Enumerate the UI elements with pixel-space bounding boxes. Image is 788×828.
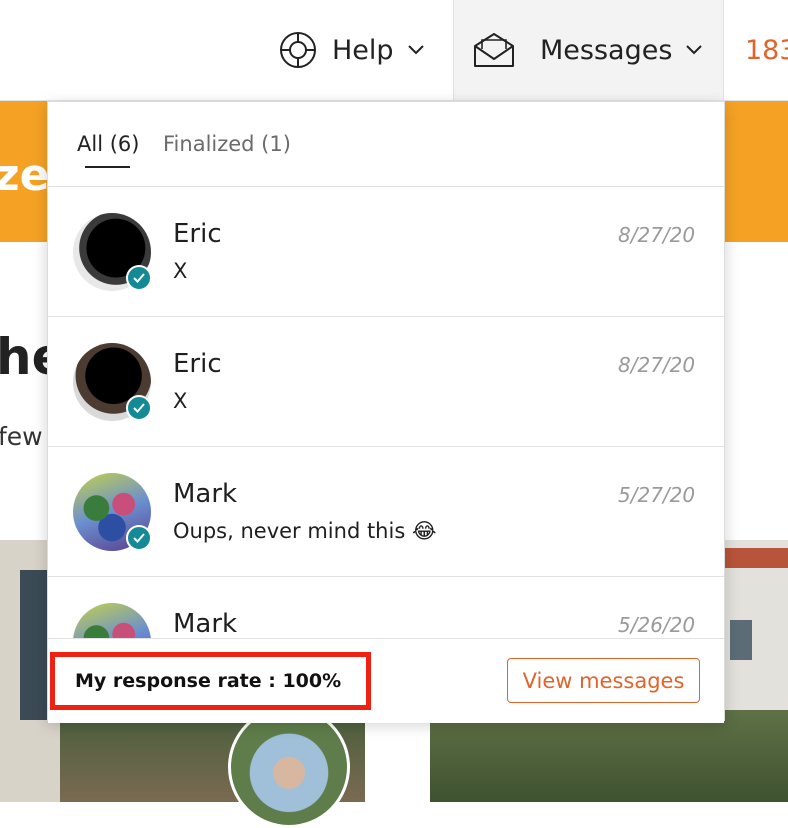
message-date: 5/27/20 — [618, 483, 696, 507]
message-preview: X — [173, 389, 188, 413]
tab-finalized[interactable]: Finalized (1) — [163, 132, 291, 156]
message-date: 5/26/20 — [618, 613, 696, 637]
check-icon — [126, 525, 152, 551]
host-avatar[interactable] — [228, 706, 350, 828]
photo-detail — [730, 620, 752, 660]
envelope-open-icon — [472, 31, 516, 69]
messages-menu[interactable]: Messages — [453, 0, 724, 100]
message-preview: Oups, never mind this 😂 — [173, 519, 437, 543]
sender-name: Eric — [173, 349, 222, 379]
message-list[interactable]: Eric X 8/27/20 Eric X 8/27/20 Mark Oups,… — [48, 187, 724, 638]
message-item[interactable]: Eric X 8/27/20 — [48, 317, 724, 447]
message-item[interactable]: Mark Oups, never mind this 😂 5/27/20 — [48, 447, 724, 577]
messages-dropdown: All (6) Finalized (1) Eric X 8/27/20 Eri… — [47, 101, 725, 723]
response-rate-highlight: My response rate : 100% — [50, 652, 371, 710]
message-date: 8/27/20 — [618, 353, 696, 377]
page-subtext: few — [0, 422, 43, 451]
photo-detail — [720, 548, 788, 568]
chevron-down-icon — [686, 45, 703, 55]
nav-count-link[interactable]: 183 — [745, 0, 788, 100]
check-icon — [126, 265, 152, 291]
message-tabs: All (6) Finalized (1) — [48, 102, 724, 187]
messages-label: Messages — [540, 34, 673, 66]
check-icon — [126, 395, 152, 421]
view-messages-button[interactable]: View messages — [507, 658, 700, 703]
sender-name: Mark — [173, 479, 238, 509]
response-rate: My response rate : 100% — [75, 670, 342, 692]
message-item[interactable]: Eric X 8/27/20 — [48, 187, 724, 317]
message-item[interactable]: Mark 5/26/20 — [48, 577, 724, 638]
sender-name: Mark — [173, 609, 238, 638]
active-tab-indicator — [85, 166, 130, 168]
dropdown-footer: My response rate : 100% View messages — [48, 638, 724, 723]
avatar — [73, 603, 151, 638]
help-label: Help — [332, 34, 394, 66]
tab-all[interactable]: All (6) — [77, 132, 139, 156]
help-menu[interactable]: Help — [278, 0, 424, 100]
sender-name: Eric — [173, 219, 222, 249]
message-preview: X — [173, 259, 188, 283]
chevron-down-icon — [407, 45, 424, 55]
message-date: 8/27/20 — [618, 223, 696, 247]
top-navigation-bar: Help Messages 183 — [0, 0, 788, 101]
lifebuoy-icon — [278, 30, 318, 70]
